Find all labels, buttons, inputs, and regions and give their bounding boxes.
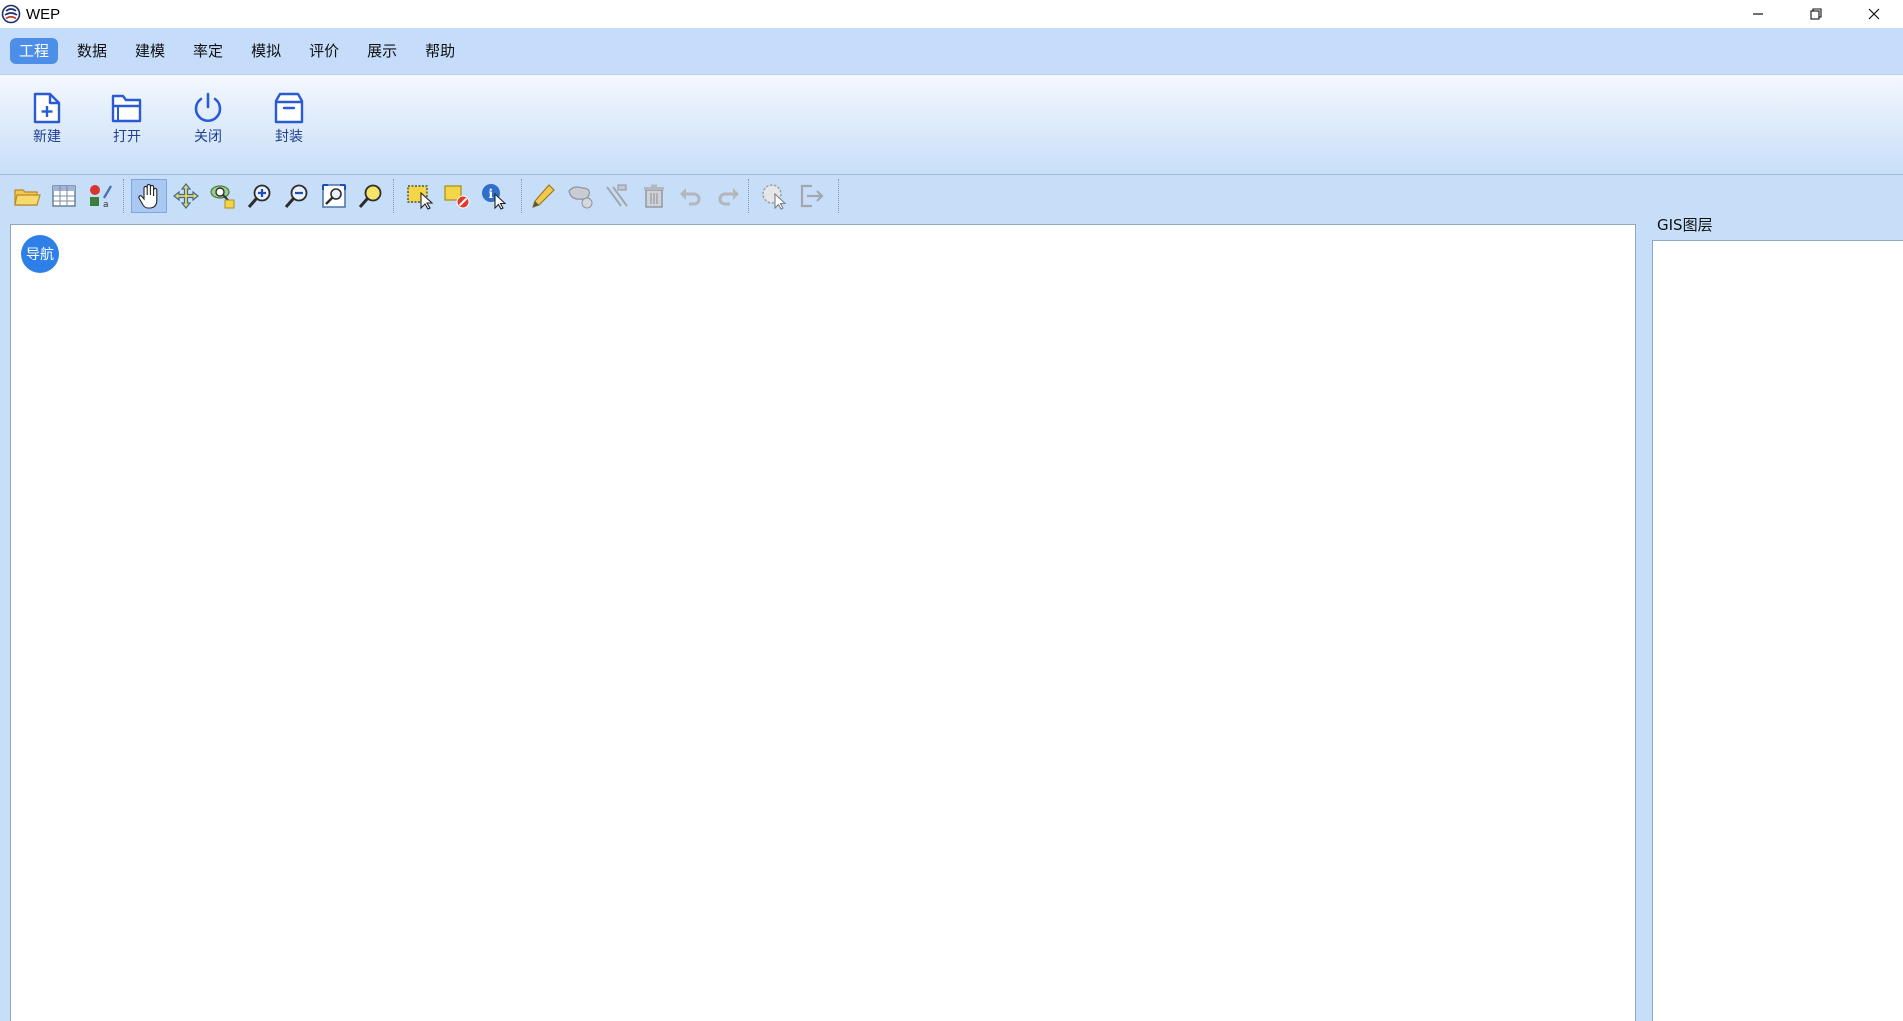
menu-display[interactable]: 展示 — [358, 38, 406, 64]
menu-evaluation[interactable]: 评价 — [300, 38, 348, 64]
pan-to-selection-tool[interactable] — [168, 179, 204, 213]
new-button-label: 新建 — [33, 129, 61, 145]
redo-tool[interactable] — [710, 179, 746, 213]
add-feature-tool[interactable] — [562, 179, 598, 213]
power-icon — [194, 92, 222, 122]
node-tool-icon — [606, 184, 628, 207]
toolbar-separator — [838, 179, 839, 213]
title-bar: WEP — [0, 0, 1903, 28]
toolbar-separator — [521, 179, 522, 213]
pan-to-selection-icon — [173, 183, 199, 209]
measure-tool[interactable] — [756, 179, 792, 213]
attribute-table-tool[interactable] — [46, 179, 82, 213]
delete-tool[interactable] — [636, 179, 672, 213]
undo-icon — [680, 188, 701, 206]
svg-text:a: a — [103, 200, 109, 210]
toolbar-separator — [748, 179, 749, 213]
zoom-full-icon — [322, 184, 346, 208]
zoom-out-tool[interactable] — [279, 179, 315, 213]
zoom-to-layer-tool[interactable] — [205, 179, 241, 213]
map-toolbar: a i — [0, 175, 1903, 217]
menu-project[interactable]: 工程 — [10, 38, 59, 64]
deselect-icon — [444, 185, 470, 209]
menu-calibration[interactable]: 率定 — [184, 38, 232, 64]
toolbar-separator — [123, 179, 124, 213]
deselect-tool[interactable] — [439, 179, 475, 213]
close-button[interactable] — [1845, 0, 1903, 28]
package-button-label: 封装 — [275, 129, 303, 145]
select-features-icon — [407, 185, 434, 210]
menu-data[interactable]: 数据 — [68, 38, 116, 64]
restore-icon — [1810, 8, 1822, 20]
menu-simulation[interactable]: 模拟 — [242, 38, 290, 64]
edit-tool[interactable] — [525, 179, 561, 213]
window-title: WEP — [26, 5, 61, 23]
menu-bar: 工程 数据 建模 率定 模拟 评价 展示 帮助 — [0, 28, 1903, 74]
zoom-in-icon — [247, 184, 271, 208]
add-feature-icon — [568, 186, 593, 209]
undo-tool[interactable] — [673, 179, 709, 213]
exit-tool[interactable] — [793, 179, 829, 213]
layer-style-icon: a — [90, 185, 113, 210]
layer-panel[interactable] — [1652, 240, 1903, 1021]
zoom-in-tool[interactable] — [242, 179, 278, 213]
pan-tool[interactable] — [131, 179, 167, 213]
open-layer-icon — [14, 189, 41, 206]
measure-icon — [762, 184, 787, 210]
open-layer-tool[interactable] — [9, 179, 45, 213]
delete-icon — [644, 184, 664, 208]
zoom-to-selection-icon — [358, 184, 382, 208]
menu-modeling[interactable]: 建模 — [126, 38, 174, 64]
minimize-icon — [1753, 13, 1763, 15]
package-button[interactable]: 封装 — [258, 91, 320, 161]
restore-button[interactable] — [1787, 0, 1845, 28]
zoom-to-layer-icon — [210, 185, 235, 209]
ribbon: 新建 打开 关闭 封装 — [0, 74, 1903, 175]
menu-help[interactable]: 帮助 — [416, 38, 464, 64]
identify-tool[interactable]: i — [476, 179, 512, 213]
map-canvas[interactable]: 导航 — [10, 224, 1636, 1021]
svg-text:i: i — [489, 187, 494, 201]
new-file-icon — [33, 92, 61, 124]
zoom-to-selection-tool[interactable] — [353, 179, 389, 213]
node-tool[interactable] — [599, 179, 635, 213]
wep-logo-icon — [1, 4, 21, 24]
select-features-tool[interactable] — [402, 179, 438, 213]
open-button[interactable]: 打开 — [96, 91, 158, 161]
new-button[interactable]: 新建 — [16, 91, 78, 161]
toolbar-separator — [393, 179, 394, 213]
open-button-label: 打开 — [113, 129, 141, 145]
package-icon — [274, 92, 304, 124]
zoom-full-tool[interactable] — [316, 179, 352, 213]
layer-style-tool[interactable]: a — [83, 179, 119, 213]
close-icon — [1868, 8, 1880, 20]
redo-icon — [718, 188, 739, 206]
pan-icon — [138, 183, 158, 209]
zoom-out-icon — [284, 184, 308, 208]
layer-panel-title: GIS图层 — [1657, 216, 1713, 234]
close-project-button[interactable]: 关闭 — [177, 91, 239, 161]
close-project-label: 关闭 — [194, 129, 222, 145]
identify-icon: i — [482, 184, 507, 210]
attribute-table-icon — [52, 185, 76, 207]
exit-icon — [800, 184, 824, 208]
navigation-button[interactable]: 导航 — [21, 235, 59, 273]
minimize-button[interactable] — [1729, 0, 1787, 28]
open-folder-icon — [111, 94, 142, 123]
edit-pencil-icon — [532, 184, 555, 208]
